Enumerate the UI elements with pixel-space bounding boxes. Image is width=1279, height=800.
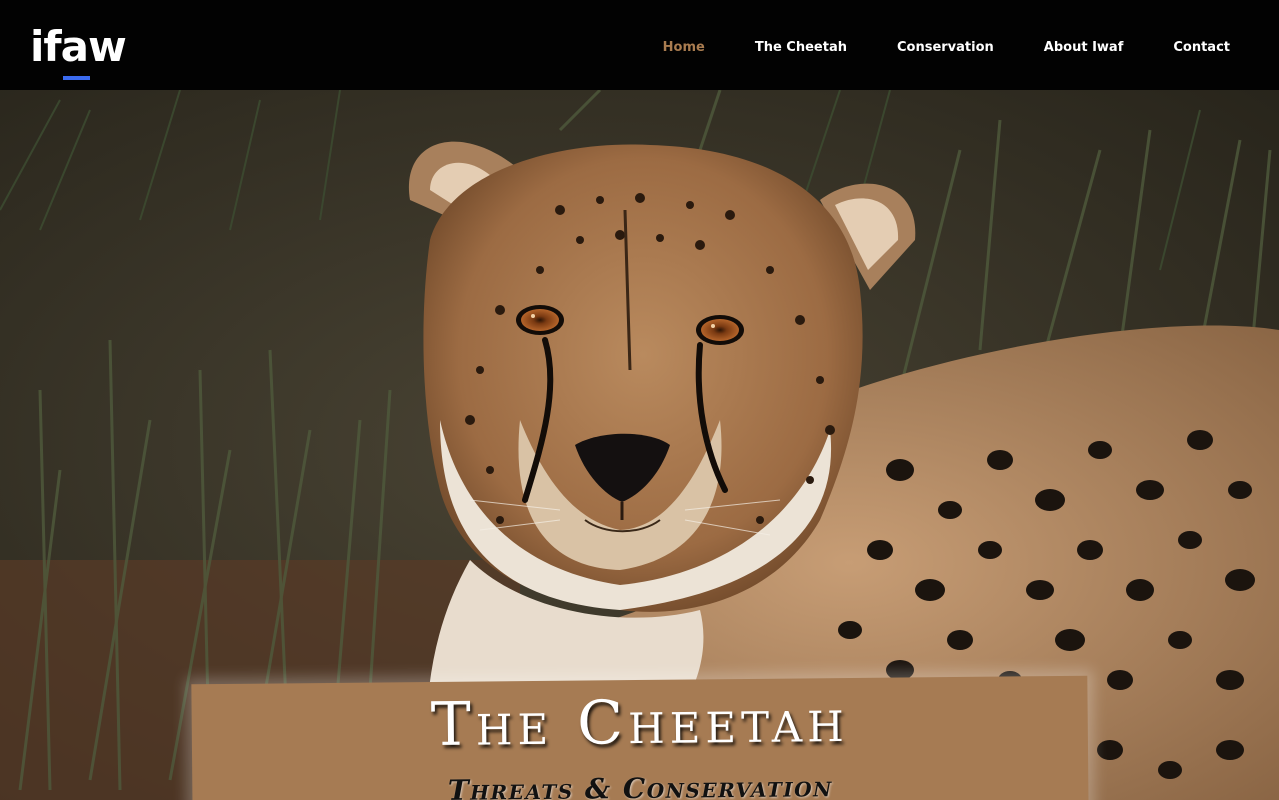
nav-conservation[interactable]: Conservation — [897, 40, 994, 55]
nav-home[interactable]: Home — [663, 40, 705, 55]
top-navbar: ifaw Home The Cheetah Conservation About… — [0, 0, 1279, 90]
hero-title-box: The Cheetah Threats & Conservation — [191, 675, 1089, 800]
main-nav: Home The Cheetah Conservation About Iwaf… — [613, 40, 1230, 55]
hero-title: The Cheetah — [430, 685, 850, 761]
hero-subtitle: Threats & Conservation — [447, 770, 834, 800]
nav-about[interactable]: About Iwaf — [1044, 40, 1124, 55]
ifaw-logo[interactable]: ifaw — [30, 22, 127, 72]
hero-section: The Cheetah Threats & Conservation — [0, 90, 1279, 800]
nav-contact[interactable]: Contact — [1173, 40, 1230, 55]
nav-the-cheetah[interactable]: The Cheetah — [755, 40, 847, 55]
logo-underline — [63, 76, 90, 80]
